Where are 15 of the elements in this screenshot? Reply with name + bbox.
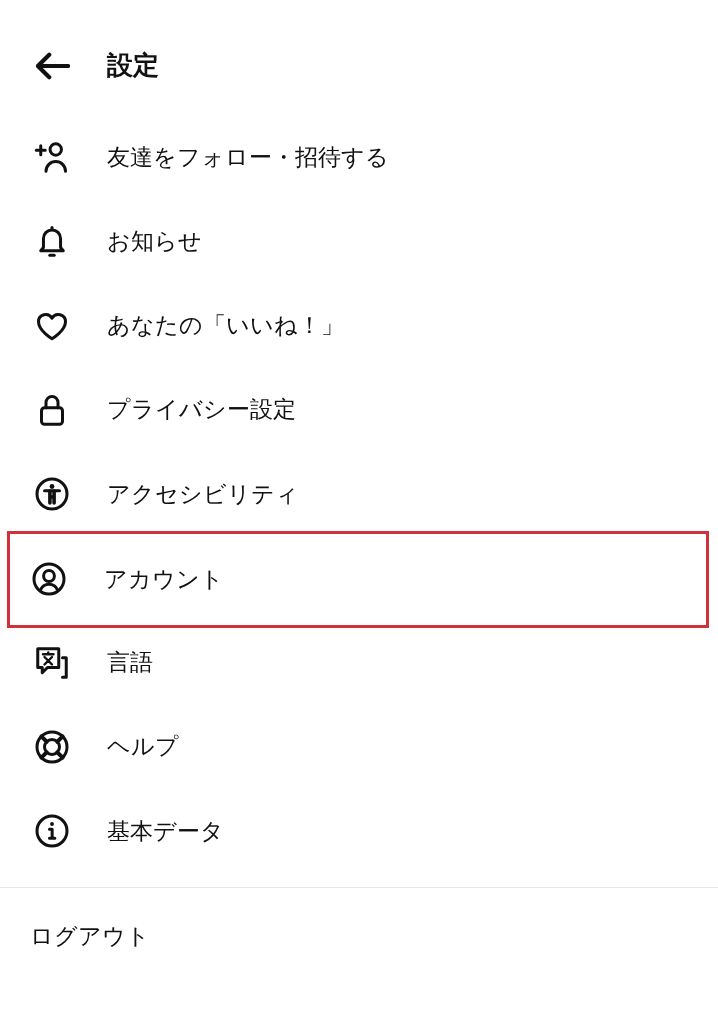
translate-icon [34, 644, 70, 681]
menu-item[interactable]: アカウント [7, 531, 709, 628]
menu-item[interactable]: お知らせ [7, 199, 709, 284]
lifebuoy-icon [34, 728, 70, 765]
logout-button[interactable]: ログアウト [0, 888, 718, 985]
menu-item[interactable]: 友達をフォロー・招待する [7, 115, 709, 200]
person-add-icon [34, 139, 70, 176]
menu-item[interactable]: あなたの「いいね！」 [7, 283, 709, 368]
menu-item[interactable]: ヘルプ [7, 704, 709, 789]
menu-item[interactable]: 基本データ [7, 789, 709, 874]
page-title: 設定 [107, 50, 159, 82]
account-icon [31, 561, 67, 598]
info-icon [34, 813, 70, 850]
accessibility-icon [34, 476, 70, 513]
menu-item[interactable]: プライバシー設定 [7, 367, 709, 452]
